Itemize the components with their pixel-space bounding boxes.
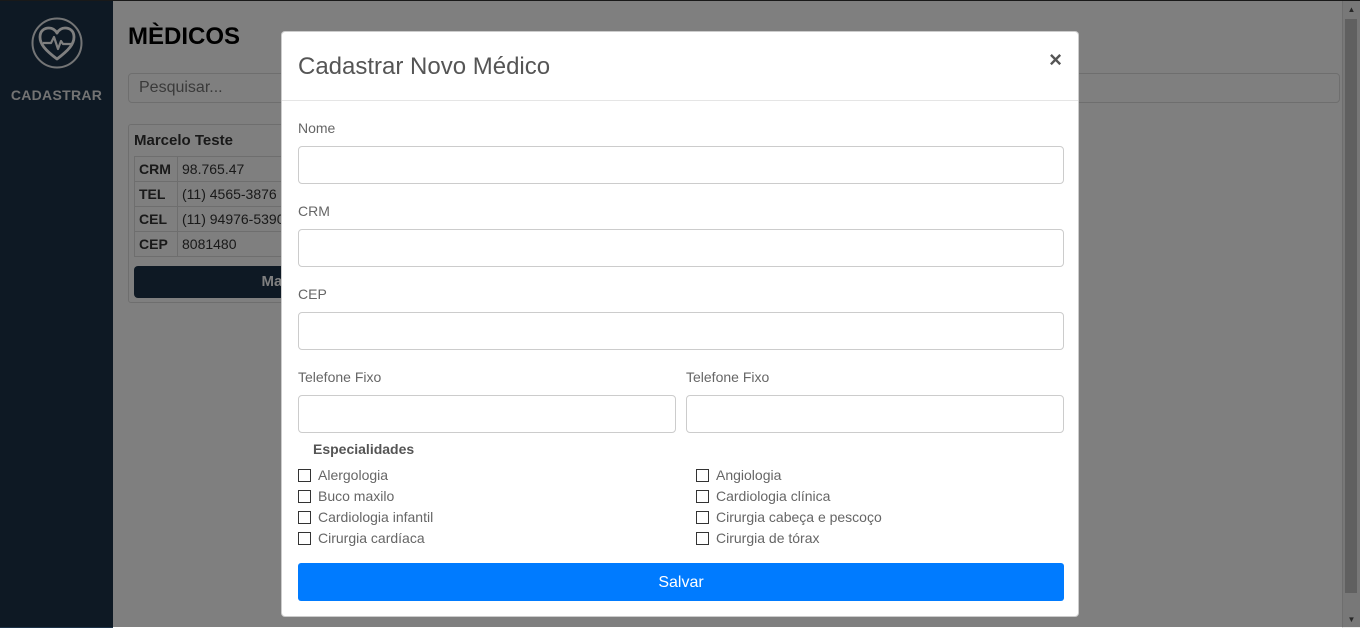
checkbox-label: Cirurgia cardíaca (318, 530, 425, 546)
checkbox-label: Angiologia (716, 467, 782, 483)
checkbox-icon[interactable] (298, 510, 311, 524)
checkbox-icon[interactable] (696, 489, 709, 503)
checkbox-label: Cirurgia cabeça e pescoço (716, 509, 882, 525)
save-button[interactable]: Salvar (298, 563, 1064, 601)
telefone-fixo-input[interactable] (298, 395, 676, 433)
checkbox-alergologia[interactable]: Alergologia (298, 467, 388, 483)
checkbox-label: Alergologia (318, 467, 389, 483)
checkbox-icon[interactable] (298, 489, 311, 503)
checkbox-buco-maxilo[interactable]: Buco maxilo (298, 488, 394, 504)
nome-label: Nome (298, 120, 336, 136)
checkbox-cardiologia-clinica[interactable]: Cardiologia clínica (696, 488, 830, 504)
crm-input[interactable] (298, 229, 1064, 267)
cep-label: CEP (298, 286, 327, 302)
telefone-fixo-2-label: Telefone Fixo (686, 369, 770, 385)
close-button[interactable]: × (1049, 48, 1062, 72)
telefone-fixo-label: Telefone Fixo (298, 369, 382, 385)
especialidades-label: Especialidades (313, 441, 415, 457)
checkbox-cirurgia-cardiaca[interactable]: Cirurgia cardíaca (298, 530, 425, 546)
crm-label: CRM (298, 203, 330, 219)
checkbox-label: Cirurgia de tórax (716, 530, 820, 546)
checkbox-label: Buco maxilo (318, 488, 395, 504)
checkbox-label: Cardiologia infantil (318, 509, 434, 525)
checkbox-icon[interactable] (696, 510, 709, 524)
checkbox-icon[interactable] (298, 468, 311, 482)
checkbox-cardiologia-infantil[interactable]: Cardiologia infantil (298, 509, 433, 525)
checkbox-icon[interactable] (696, 468, 709, 482)
telefone-fixo-2-input[interactable] (686, 395, 1064, 433)
cep-input[interactable] (298, 312, 1064, 350)
nome-input[interactable] (298, 146, 1064, 184)
checkbox-icon[interactable] (696, 531, 709, 545)
new-doctor-modal: Cadastrar Novo Médico × Nome CRM CEP Tel… (281, 31, 1079, 617)
modal-title: Cadastrar Novo Médico (298, 53, 551, 80)
checkbox-cirurgia-torax[interactable]: Cirurgia de tórax (696, 530, 820, 546)
checkbox-cirurgia-cabeca-pescoco[interactable]: Cirurgia cabeça e pescoço (696, 509, 882, 525)
checkbox-icon[interactable] (298, 531, 311, 545)
checkbox-label: Cardiologia clínica (716, 488, 831, 504)
checkbox-angiologia[interactable]: Angiologia (696, 467, 781, 483)
modal-header: Cadastrar Novo Médico × (282, 32, 1078, 101)
